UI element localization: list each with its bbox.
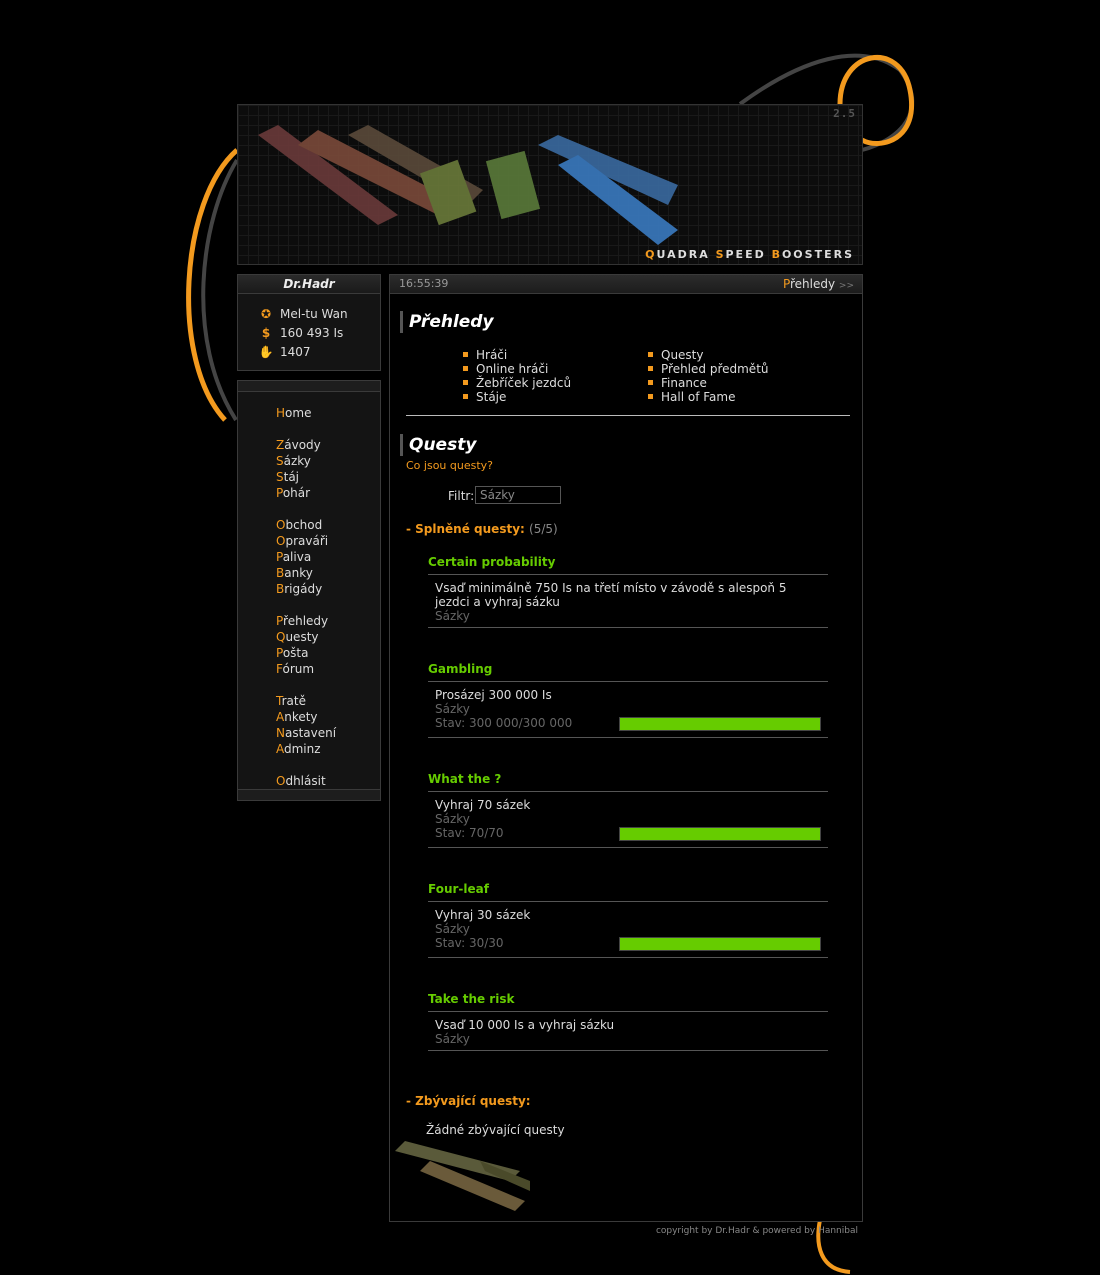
menu-item-ankety[interactable]: Ankety	[276, 709, 318, 725]
user-panel: Dr.Hadr ✪ Mel-tu Wan $160 493 Is ✋ 1407	[237, 274, 381, 371]
quest-title: Take the risk	[428, 992, 515, 1006]
menu-item-banky[interactable]: Banky	[276, 565, 313, 581]
top-bar: 16:55:39 Přehledy >>	[390, 275, 862, 294]
menu-item-adminz[interactable]: Adminz	[276, 741, 321, 757]
quest-description: Vsaď 10 000 Is a vyhraj sázku	[435, 1018, 615, 1032]
header-banner: 2.5 QUADRA SPEED BOOSTERS	[237, 104, 863, 265]
menu-bottom-bar	[238, 789, 380, 800]
money-row: $160 493 Is	[256, 324, 343, 342]
logo-word: OOSTERS	[781, 248, 854, 261]
quest-description: Vsaď minimálně 750 Is na třetí místo v z…	[435, 581, 787, 609]
quests-help-link[interactable]: Co jsou questy?	[406, 459, 493, 472]
points-value: 1407	[280, 345, 311, 359]
quest-description: Vyhraj 70 sázek	[435, 798, 531, 812]
quest-category: Sázky	[435, 609, 470, 623]
stable-row: ✪ Mel-tu Wan	[256, 305, 348, 323]
quests-title: Questy	[400, 434, 476, 456]
quest-state: Stav: 300 000/300 000	[435, 716, 573, 730]
menu-item-zavody[interactable]: Závody	[276, 437, 321, 453]
menu-top-bar	[238, 381, 380, 392]
overview-title: Přehledy	[400, 311, 494, 333]
overview-link-predmety[interactable]: Přehled předmětů	[648, 362, 769, 376]
remaining-quests-header[interactable]: - Zbývající questy:	[406, 1094, 531, 1108]
menu-item-opravari[interactable]: Opraváři	[276, 533, 328, 549]
quest-progress-bar	[619, 717, 821, 731]
stable-name[interactable]: Mel-tu Wan	[280, 307, 348, 321]
fighter-icon: ✪	[260, 307, 272, 321]
quest-category: Sázky	[435, 1032, 470, 1046]
overview-link-online-hraci[interactable]: Online hráči	[463, 362, 548, 376]
menu-item-prehledy[interactable]: Přehledy	[276, 613, 328, 629]
menu-item-paliva[interactable]: Paliva	[276, 549, 311, 565]
main-menu: Home Závody Sázky Stáj Pohár Obchod Opra…	[237, 380, 381, 801]
overview-link-hraci[interactable]: Hráči	[463, 348, 507, 362]
version-label: 2.5	[833, 107, 856, 120]
logo-letter: B	[771, 248, 782, 261]
menu-item-home[interactable]: Home	[276, 405, 311, 421]
menu-item-questy[interactable]: Questy	[276, 629, 319, 645]
server-time: 16:55:39	[399, 277, 449, 290]
points-row: ✋ 1407	[256, 343, 311, 361]
quest-progress-bar	[619, 827, 821, 841]
quest-divider	[428, 847, 828, 848]
overview-link-zebricek[interactable]: Žebříček jezdců	[463, 376, 571, 390]
podracer-corner-illustration	[395, 1141, 530, 1211]
quest-category: Sázky	[435, 922, 470, 936]
logo-word: PEED	[725, 248, 772, 261]
quest-divider	[428, 791, 828, 792]
menu-item-brigady[interactable]: Brigády	[276, 581, 322, 597]
quest-category: Sázky	[435, 702, 470, 716]
quest-category: Sázky	[435, 812, 470, 826]
menu-item-posta[interactable]: Pošta	[276, 645, 308, 661]
menu-item-forum[interactable]: Fórum	[276, 661, 314, 677]
game-logo: QUADRA SPEED BOOSTERS	[645, 248, 854, 261]
logo-word: UADRA	[656, 248, 716, 261]
overview-link-hall-of-fame[interactable]: Hall of Fame	[648, 390, 735, 404]
logo-letter: Q	[645, 248, 657, 261]
quest-divider	[428, 1011, 828, 1012]
quest-state: Stav: 30/30	[435, 936, 504, 950]
quest-divider	[428, 627, 828, 628]
menu-item-obchod[interactable]: Obchod	[276, 517, 322, 533]
quest-title: Four-leaf	[428, 882, 489, 896]
hand-icon: ✋	[258, 345, 274, 359]
username[interactable]: Dr.Hadr	[238, 275, 380, 294]
money-value: 160 493 Is	[280, 326, 344, 340]
quest-divider	[428, 957, 828, 958]
quest-divider	[428, 1050, 828, 1051]
logo-letter: S	[715, 248, 726, 261]
filter-input[interactable]	[475, 486, 561, 504]
menu-item-sazky[interactable]: Sázky	[276, 453, 311, 469]
quest-divider	[428, 737, 828, 738]
divider	[406, 415, 850, 416]
quest-title: What the ?	[428, 772, 502, 786]
filter-label: Filtr:	[448, 489, 475, 503]
breadcrumb[interactable]: Přehledy >>	[783, 275, 854, 295]
quest-divider	[428, 901, 828, 902]
overview-link-finance[interactable]: Finance	[648, 376, 707, 390]
quest-progress-bar	[619, 937, 821, 951]
overview-link-questy[interactable]: Questy	[648, 348, 704, 362]
quest-divider	[428, 681, 828, 682]
quest-divider	[428, 574, 828, 575]
quest-title: Gambling	[428, 662, 493, 676]
dollar-icon: $	[261, 326, 271, 340]
quest-description: Vyhraj 30 sázek	[435, 908, 531, 922]
menu-item-staj[interactable]: Stáj	[276, 469, 299, 485]
overview-link-staje[interactable]: Stáje	[463, 390, 506, 404]
no-remaining-quests: Žádné zbývající questy	[426, 1123, 565, 1137]
menu-item-odhlasit[interactable]: Odhlásit	[276, 773, 326, 789]
main-panel: 16:55:39 Přehledy >> Přehledy Hráči Onli…	[389, 274, 863, 1222]
completed-quests-header[interactable]: - Splněné questy: (5/5)	[406, 522, 558, 536]
menu-item-nastaveni[interactable]: Nastavení	[276, 725, 336, 741]
menu-item-trate[interactable]: Tratě	[276, 693, 306, 709]
podracer-illustration	[258, 125, 678, 245]
quest-state: Stav: 70/70	[435, 826, 504, 840]
menu-item-pohar[interactable]: Pohár	[276, 485, 310, 501]
quest-title: Certain probability	[428, 555, 556, 569]
quest-description: Prosázej 300 000 Is	[435, 688, 552, 702]
footer-copyright: copyright by Dr.Hadr & powered by Hannib…	[655, 1226, 858, 1236]
